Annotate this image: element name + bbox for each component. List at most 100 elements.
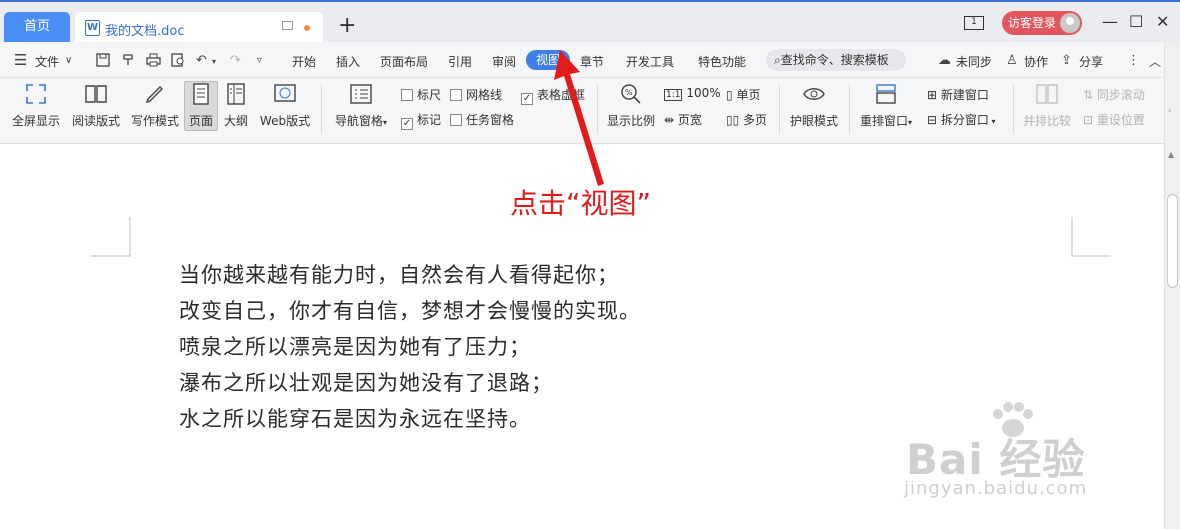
- menu-page-layout[interactable]: 页面布局: [380, 53, 428, 70]
- task-pane-checkbox[interactable]: 任务窗格: [450, 111, 514, 128]
- menu-insert[interactable]: 插入: [336, 53, 360, 70]
- ruler-checkbox[interactable]: 标尺: [401, 86, 441, 103]
- vertical-scrollbar[interactable]: › ▲: [1164, 42, 1180, 529]
- hamburger-icon[interactable]: ☰: [14, 51, 27, 69]
- document-line[interactable]: 改变自己，你才有自信，梦想才会慢慢的实现。: [179, 295, 641, 325]
- fullscreen-label: 全屏显示: [11, 114, 60, 128]
- cloud-sync-icon[interactable]: ☁: [938, 53, 951, 68]
- tab-home[interactable]: 首页: [4, 12, 70, 42]
- page-corner-mark: [91, 217, 131, 257]
- annotation-arrow-icon: [554, 50, 604, 186]
- sync-scroll-button[interactable]: ⇅ 同步滚动: [1083, 86, 1145, 103]
- menu-start[interactable]: 开始: [292, 53, 316, 70]
- side-by-side-button[interactable]: 并排比较: [1020, 82, 1074, 129]
- page-icon: [193, 83, 209, 105]
- side-by-side-icon: [1036, 84, 1058, 104]
- book-icon: [85, 85, 107, 103]
- menu-special[interactable]: 特色功能: [698, 53, 746, 70]
- reset-position-button[interactable]: ⊡ 重设位置: [1083, 111, 1145, 128]
- scrollbar-thumb[interactable]: [1167, 194, 1178, 288]
- collapse-ribbon-icon[interactable]: ︿: [1149, 53, 1161, 70]
- web-layout-icon: [274, 84, 296, 102]
- fullscreen-icon: [26, 84, 46, 104]
- gridlines-checkbox[interactable]: 网格线: [450, 86, 502, 103]
- web-view-label: Web版式: [259, 114, 311, 128]
- chevron-down-icon[interactable]: ∨: [65, 55, 72, 66]
- multi-page-button[interactable]: ▯▯ 多页: [726, 111, 767, 128]
- command-search-input[interactable]: ⌕查找命令、搜索模板: [766, 49, 906, 71]
- maximize-button[interactable]: ☐: [1129, 12, 1143, 31]
- side-by-side-label: 并排比较: [1022, 114, 1071, 128]
- document-line[interactable]: 水之所以能穿石是因为永远在坚持。: [179, 403, 531, 433]
- multi-page-icon: ▯▯: [726, 113, 740, 127]
- collaborate-button[interactable]: 协作: [1024, 53, 1048, 70]
- zoom-label: 显示比例: [606, 114, 655, 128]
- menu-reference[interactable]: 引用: [448, 53, 472, 70]
- document-line[interactable]: 喷泉之所以漂亮是因为她有了压力；: [179, 331, 531, 361]
- web-view-button[interactable]: Web版式: [256, 82, 314, 129]
- sync-status[interactable]: 未同步: [956, 53, 992, 70]
- rearrange-window-button[interactable]: 重排窗口▾: [857, 82, 915, 129]
- format-painter-icon[interactable]: [121, 53, 135, 71]
- page-width-button[interactable]: ⇹ 页宽: [664, 111, 702, 128]
- page-view-button[interactable]: 页面: [185, 82, 217, 129]
- outline-view-button[interactable]: 大纲: [222, 82, 250, 129]
- collaborate-icon[interactable]: ♙: [1006, 53, 1018, 68]
- page-width-label: 页宽: [677, 113, 702, 127]
- checkbox-unchecked-icon: [401, 89, 413, 101]
- menu-file[interactable]: 文件: [35, 53, 59, 70]
- title-bar: 首页 W 我的文档.doc + 1 访客登录 — ☐ ✕: [0, 0, 1180, 44]
- more-options-icon[interactable]: ⋮: [1127, 53, 1140, 68]
- more-dropdown-icon[interactable]: ▿: [257, 55, 262, 66]
- new-window-button[interactable]: ⊞ 新建窗口: [927, 86, 989, 103]
- reset-position-icon: ⊡: [1083, 113, 1094, 127]
- document-line[interactable]: 当你越来越有能力时，自然会有人看得起你；: [179, 259, 619, 289]
- eye-mode-label: 护眼模式: [789, 114, 838, 128]
- scroll-up-arrow-icon[interactable]: ▲: [1168, 150, 1174, 159]
- reading-mode-label: 阅读版式: [71, 114, 120, 128]
- document-tab-title: 我的文档.doc: [105, 24, 185, 39]
- add-tab-button[interactable]: +: [338, 14, 356, 38]
- share-icon[interactable]: ⇪: [1061, 53, 1072, 68]
- undo-dropdown-icon[interactable]: ▾: [212, 57, 216, 66]
- split-window-button[interactable]: ⊟ 拆分窗口 ▾: [927, 111, 995, 128]
- marks-checkbox[interactable]: ✓ 标记: [401, 111, 441, 130]
- unsaved-dot-icon: [304, 25, 310, 31]
- close-button[interactable]: ✕: [1156, 12, 1169, 31]
- gridlines-label: 网格线: [466, 88, 503, 102]
- menu-review[interactable]: 审阅: [492, 53, 516, 70]
- multi-page-label: 多页: [743, 113, 768, 127]
- search-placeholder: 查找命令、搜索模板: [780, 53, 889, 67]
- share-button[interactable]: 分享: [1079, 53, 1103, 70]
- scroll-right-arrow-icon[interactable]: ›: [1168, 106, 1171, 115]
- ribbon-divider: [1013, 84, 1014, 134]
- pen-icon: [145, 86, 163, 104]
- visitor-login-button[interactable]: 访客登录: [1002, 11, 1082, 35]
- undo-icon[interactable]: ↶: [196, 53, 207, 68]
- monitor-icon[interactable]: [282, 21, 293, 30]
- rearrange-dropdown-icon: ▾: [908, 118, 913, 127]
- single-page-label: 单页: [736, 88, 761, 102]
- zoom-100-button[interactable]: 1:1 100%: [664, 86, 721, 101]
- zoom-button[interactable]: % 显示比例: [604, 82, 658, 129]
- tab-document[interactable]: W 我的文档.doc: [75, 12, 323, 44]
- split-dropdown-icon: ▾: [988, 117, 996, 126]
- writing-mode-button[interactable]: 写作模式: [129, 82, 181, 129]
- nav-pane-button[interactable]: 导航窗格▾: [330, 82, 392, 129]
- avatar: [1060, 13, 1080, 33]
- single-page-button[interactable]: ▯ 单页: [726, 86, 760, 103]
- fullscreen-button[interactable]: 全屏显示: [10, 82, 62, 129]
- eye-mode-button[interactable]: 护眼模式: [787, 82, 841, 129]
- redo-icon[interactable]: ↷: [230, 53, 241, 68]
- one-to-one-icon: 1:1: [664, 89, 683, 101]
- print-icon[interactable]: [146, 53, 161, 71]
- reading-mode-button[interactable]: 阅读版式: [70, 82, 122, 129]
- window-count-badge[interactable]: 1: [964, 16, 984, 30]
- rearrange-icon: [876, 84, 896, 104]
- menu-developer[interactable]: 开发工具: [626, 53, 674, 70]
- minimize-button[interactable]: —: [1102, 12, 1118, 31]
- document-line[interactable]: 瀑布之所以壮观是因为她没有了退路；: [179, 367, 553, 397]
- outline-icon: [227, 83, 245, 105]
- print-preview-icon[interactable]: [171, 53, 186, 71]
- save-icon[interactable]: [96, 53, 110, 71]
